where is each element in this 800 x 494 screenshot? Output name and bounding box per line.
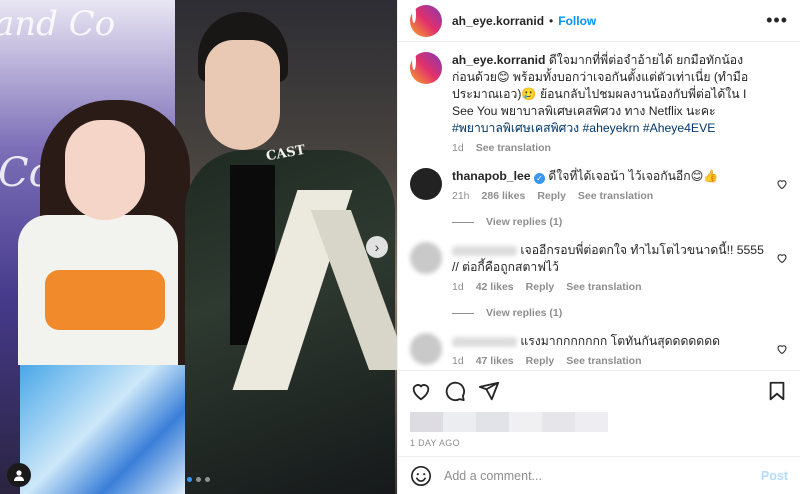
- reply-button[interactable]: Reply: [537, 190, 566, 202]
- save-bookmark-icon[interactable]: [766, 380, 788, 402]
- comment-likes[interactable]: 47 likes: [476, 355, 514, 367]
- follow-button[interactable]: Follow: [558, 14, 596, 28]
- comment-text: เจออีกรอบพี่ต่อตกใจ ทำไมโตไวขนาดนี้!! 55…: [452, 242, 766, 276]
- carousel-dot: [187, 477, 192, 482]
- comment-see-translation[interactable]: See translation: [578, 190, 653, 202]
- caption-see-translation[interactable]: See translation: [476, 142, 551, 154]
- person-man-face: [205, 40, 280, 150]
- comment-likes[interactable]: 286 likes: [482, 190, 526, 202]
- instagram-post: and Co Co CAST › ah_eye.korranid • Follo…: [0, 0, 800, 494]
- like-heart-icon[interactable]: [410, 380, 432, 402]
- caption-username[interactable]: ah_eye.korranid: [452, 53, 545, 67]
- comment: แรงมากกกกกกก โตทันกันสุดดดดดดด 1d 47 lik…: [410, 333, 788, 367]
- post-photo[interactable]: and Co Co CAST ›: [0, 0, 397, 494]
- view-replies-button[interactable]: View replies (1): [452, 307, 788, 319]
- view-replies-label[interactable]: View replies (1): [486, 307, 562, 319]
- caption-hashtags[interactable]: #พยาบาลพิเศษเคสพิศวง #aheyekrn #Aheye4EV…: [452, 121, 715, 135]
- like-comment-heart-icon[interactable]: [776, 178, 788, 190]
- post-header: ah_eye.korranid • Follow •••: [398, 0, 800, 42]
- comments-list[interactable]: ah_eye.korranid ดีใจมากที่พี่ต่อจำอ้ายได…: [398, 42, 800, 370]
- post-details-panel: ah_eye.korranid • Follow ••• ah_eye.korr…: [397, 0, 800, 494]
- commenter-avatar[interactable]: [410, 242, 442, 274]
- add-comment-bar: Add a comment... Post: [398, 456, 800, 494]
- add-comment-input[interactable]: Add a comment...: [444, 469, 761, 483]
- comment-meta: 21h 286 likes Reply See translation: [452, 190, 766, 202]
- comment: เจออีกรอบพี่ต่อตกใจ ทำไมโตไวขนาดนี้!! 55…: [410, 242, 788, 293]
- verified-badge-icon: ✓: [533, 173, 545, 184]
- comment-text: แรงมากกกกกกก โตทันกันสุดดดดดดด: [452, 333, 766, 350]
- comment-body: แรงมากกกกกกก โตทันกันสุดดดดดดด: [520, 334, 721, 348]
- comment-meta: 1d 47 likes Reply See translation: [452, 355, 766, 367]
- more-options-icon[interactable]: •••: [766, 10, 788, 31]
- comment-likes[interactable]: 42 likes: [476, 281, 514, 293]
- commenter-avatar[interactable]: [410, 333, 442, 365]
- commenter-username-redacted: [452, 245, 517, 256]
- commenter-username-redacted: [452, 336, 517, 347]
- person-woman-pants: [20, 365, 190, 494]
- replies-divider: [452, 221, 474, 223]
- post-date: 1 DAY AGO: [410, 438, 460, 448]
- caption-meta: 1d See translation: [452, 142, 766, 154]
- emoji-icon[interactable]: [410, 465, 432, 487]
- person-woman-orange-top: [45, 270, 165, 330]
- view-replies-button[interactable]: View replies (1): [452, 216, 788, 228]
- next-photo-button[interactable]: ›: [366, 236, 388, 258]
- person-woman-face: [65, 120, 145, 220]
- commenter-avatar[interactable]: [410, 168, 442, 200]
- comment-body: ดีใจที่ได้เจอน้า ไว้เจอกันอีก😊👍: [548, 169, 719, 183]
- comment-see-translation[interactable]: See translation: [566, 281, 641, 293]
- carousel-indicator: [187, 477, 210, 482]
- comment-bubble-icon[interactable]: [444, 380, 466, 402]
- carousel-dot: [205, 477, 210, 482]
- liked-by-redacted: [398, 410, 800, 434]
- comment-time[interactable]: 1d: [452, 355, 464, 367]
- caption: ah_eye.korranid ดีใจมากที่พี่ต่อจำอ้ายได…: [410, 52, 788, 154]
- caption-text: ah_eye.korranid ดีใจมากที่พี่ต่อจำอ้ายได…: [452, 52, 766, 137]
- header-separator: •: [549, 13, 554, 28]
- share-paper-plane-icon[interactable]: [478, 380, 500, 402]
- reply-button[interactable]: Reply: [526, 281, 555, 293]
- like-comment-heart-icon[interactable]: [776, 343, 788, 355]
- user-icon: [14, 470, 24, 481]
- like-comment-heart-icon[interactable]: [776, 252, 788, 264]
- author-avatar[interactable]: [410, 4, 442, 37]
- view-replies-label[interactable]: View replies (1): [486, 216, 562, 228]
- comment-see-translation[interactable]: See translation: [566, 355, 641, 367]
- comment-time[interactable]: 1d: [452, 281, 464, 293]
- commenter-username[interactable]: thanapob_lee: [452, 169, 531, 183]
- carousel-dot: [196, 477, 201, 482]
- comment-text: thanapob_lee ✓ ดีใจที่ได้เจอน้า ไว้เจอกั…: [452, 168, 766, 185]
- replies-divider: [452, 312, 474, 314]
- author-username[interactable]: ah_eye.korranid: [452, 14, 544, 28]
- neon-sign-text: and Co: [0, 4, 116, 44]
- caption-avatar[interactable]: [410, 52, 442, 84]
- post-comment-button[interactable]: Post: [761, 469, 788, 483]
- tagged-users-button[interactable]: [7, 463, 31, 487]
- comment-meta: 1d 42 likes Reply See translation: [452, 281, 766, 293]
- comment-time[interactable]: 21h: [452, 190, 470, 202]
- reply-button[interactable]: Reply: [526, 355, 555, 367]
- caption-time[interactable]: 1d: [452, 142, 464, 154]
- comment: thanapob_lee ✓ ดีใจที่ได้เจอน้า ไว้เจอกั…: [410, 168, 788, 202]
- post-actions-bar: [398, 370, 800, 410]
